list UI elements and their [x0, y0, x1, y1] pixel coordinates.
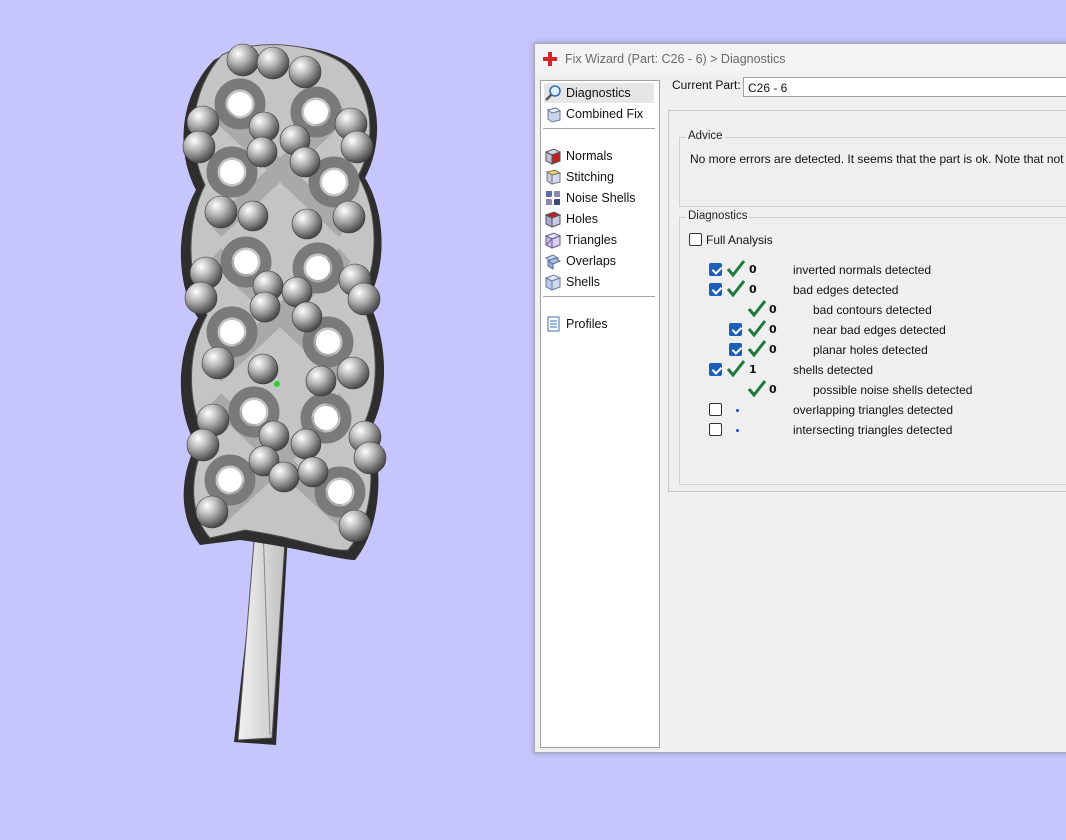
- current-part-field[interactable]: C26 - 6: [743, 77, 1066, 97]
- current-part-label: Current Part:: [672, 78, 741, 92]
- check-icon: [747, 380, 767, 398]
- bad-edges-checkbox[interactable]: [709, 283, 722, 296]
- nav-item-profiles[interactable]: Profiles: [544, 314, 654, 334]
- shells-checkbox[interactable]: [709, 363, 722, 376]
- fix-nav-panel: Diagnostics Combined Fix Normals Stitchi…: [540, 80, 660, 748]
- check-icon: [726, 280, 746, 298]
- planar-holes-checkbox[interactable]: [729, 343, 742, 356]
- row-count: 0: [749, 283, 757, 296]
- nav-item-noise-shells[interactable]: Noise Shells: [544, 188, 654, 208]
- nav-item-shells[interactable]: Shells: [544, 272, 654, 292]
- holes-icon: [544, 211, 562, 228]
- advice-legend: Advice: [686, 130, 725, 142]
- row-count: 0: [769, 343, 777, 356]
- part-model: [180, 43, 387, 745]
- advice-text: No more errors are detected. It seems th…: [690, 152, 1066, 166]
- check-icon: [747, 300, 767, 318]
- not-run-dot-icon: [736, 409, 739, 412]
- stitching-icon: [545, 169, 562, 185]
- combined-fix-icon: [546, 107, 562, 123]
- row-count: 1: [749, 363, 757, 376]
- 3d-viewport[interactable]: [0, 0, 530, 840]
- row-label: planar holes detected: [813, 343, 928, 357]
- diagnostics-legend: Diagnostics: [686, 210, 750, 222]
- row-label: bad edges detected: [793, 283, 899, 297]
- shells-icon: [544, 274, 562, 291]
- near-bad-edges-checkbox[interactable]: [729, 323, 742, 336]
- row-label: near bad edges detected: [813, 323, 946, 337]
- nav-item-triangles[interactable]: Triangles: [544, 230, 654, 250]
- row-count: 0: [769, 383, 777, 396]
- overlapping-triangles-checkbox[interactable]: [709, 403, 722, 416]
- diagnostics-group: Diagnostics Full Analysis 0 inverted nor…: [679, 210, 1066, 485]
- nav-separator: [543, 128, 655, 129]
- nav-item-overlaps[interactable]: Overlaps: [544, 251, 654, 271]
- nav-separator: [543, 296, 655, 297]
- noise-shells-icon: [546, 191, 560, 205]
- nav-item-normals[interactable]: Normals: [544, 146, 654, 166]
- magnifier-icon: [545, 85, 561, 101]
- full-analysis-label: Full Analysis: [706, 233, 773, 247]
- window-title: Fix Wizard (Part: C26 - 6) > Diagnostics: [565, 52, 786, 66]
- row-count: 0: [749, 263, 757, 276]
- row-label: possible noise shells detected: [813, 383, 973, 397]
- advice-group: Advice No more errors are detected. It s…: [679, 130, 1066, 207]
- not-run-dot-icon: [736, 429, 739, 432]
- check-icon: [726, 260, 746, 278]
- row-label: bad contours detected: [813, 303, 932, 317]
- check-icon: [747, 320, 767, 338]
- fix-wizard-window: Fix Wizard (Part: C26 - 6) > Diagnostics…: [534, 43, 1066, 753]
- full-analysis-checkbox[interactable]: [689, 233, 702, 246]
- profiles-icon: [547, 316, 560, 332]
- row-label: overlapping triangles detected: [793, 403, 954, 417]
- nav-item-combined-fix[interactable]: Combined Fix: [544, 104, 654, 124]
- diagnostics-panel: Advice No more errors are detected. It s…: [668, 110, 1066, 492]
- check-icon: [726, 360, 746, 378]
- overlaps-icon: [544, 254, 562, 270]
- triangles-icon: [544, 232, 562, 249]
- row-count: 0: [769, 303, 777, 316]
- app-cross-icon: [543, 52, 557, 66]
- inverted-normals-checkbox[interactable]: [709, 263, 722, 276]
- normals-icon: [544, 148, 562, 165]
- nav-item-holes[interactable]: Holes: [544, 209, 654, 229]
- nav-item-diagnostics[interactable]: Diagnostics: [544, 83, 654, 103]
- row-label: shells detected: [793, 363, 874, 377]
- nav-item-stitching[interactable]: Stitching: [544, 167, 654, 187]
- intersecting-triangles-checkbox[interactable]: [709, 423, 722, 436]
- check-icon: [747, 340, 767, 358]
- row-label: inverted normals detected: [793, 263, 932, 277]
- row-count: 0: [769, 323, 777, 336]
- row-label: intersecting triangles detected: [793, 423, 953, 437]
- window-titlebar[interactable]: Fix Wizard (Part: C26 - 6) > Diagnostics: [535, 44, 1066, 74]
